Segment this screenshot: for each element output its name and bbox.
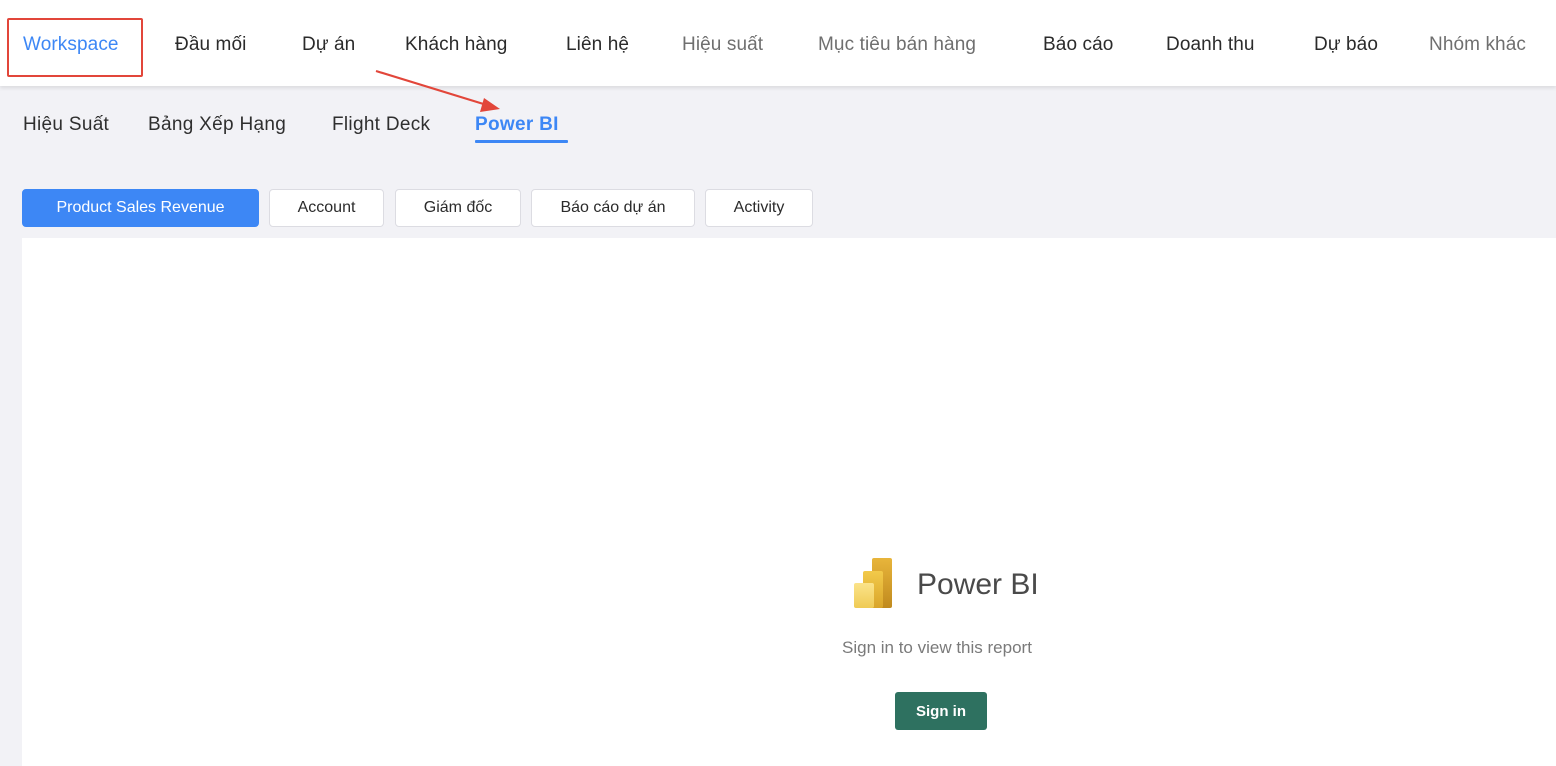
active-subtab-underline (475, 140, 568, 143)
nav-khach-hang[interactable]: Khách hàng (405, 34, 507, 56)
nav-lien-he[interactable]: Liên hệ (566, 34, 629, 56)
sign-in-button[interactable]: Sign in (895, 692, 987, 730)
power-bi-logo-icon (854, 558, 892, 608)
nav-dau-moi[interactable]: Đầu mối (175, 34, 246, 56)
subtab-hieu-suat[interactable]: Hiệu Suất (23, 114, 109, 136)
top-navigation: Workspace Đầu mối Dự án Khách hàng Liên … (0, 0, 1556, 86)
nav-hieu-suat[interactable]: Hiệu suất (682, 34, 763, 56)
subtab-power-bi[interactable]: Power BI (475, 114, 559, 136)
tab-giam-doc[interactable]: Giám đốc (395, 189, 521, 227)
nav-workspace[interactable]: Workspace (23, 34, 119, 56)
power-bi-title: Power BI (917, 568, 1039, 601)
nav-nhom-khac[interactable]: Nhóm khác (1429, 34, 1526, 56)
nav-muc-tieu-ban-hang[interactable]: Mục tiêu bán hàng (818, 34, 976, 56)
tab-product-sales-revenue[interactable]: Product Sales Revenue (22, 189, 259, 227)
tab-bao-cao-du-an[interactable]: Báo cáo dự án (531, 189, 695, 227)
nav-bao-cao[interactable]: Báo cáo (1043, 34, 1113, 56)
subtab-flight-deck[interactable]: Flight Deck (332, 114, 430, 136)
tab-activity[interactable]: Activity (705, 189, 813, 227)
power-bi-report-frame: Power BI Sign in to view this report Sig… (22, 238, 1556, 766)
subtab-bang-xep-hang[interactable]: Bảng Xếp Hạng (148, 114, 286, 136)
nav-du-bao[interactable]: Dự báo (1314, 34, 1378, 56)
signin-message: Sign in to view this report (842, 638, 1032, 657)
tab-account[interactable]: Account (269, 189, 384, 227)
nav-du-an[interactable]: Dự án (302, 34, 355, 56)
nav-doanh-thu[interactable]: Doanh thu (1166, 34, 1255, 56)
